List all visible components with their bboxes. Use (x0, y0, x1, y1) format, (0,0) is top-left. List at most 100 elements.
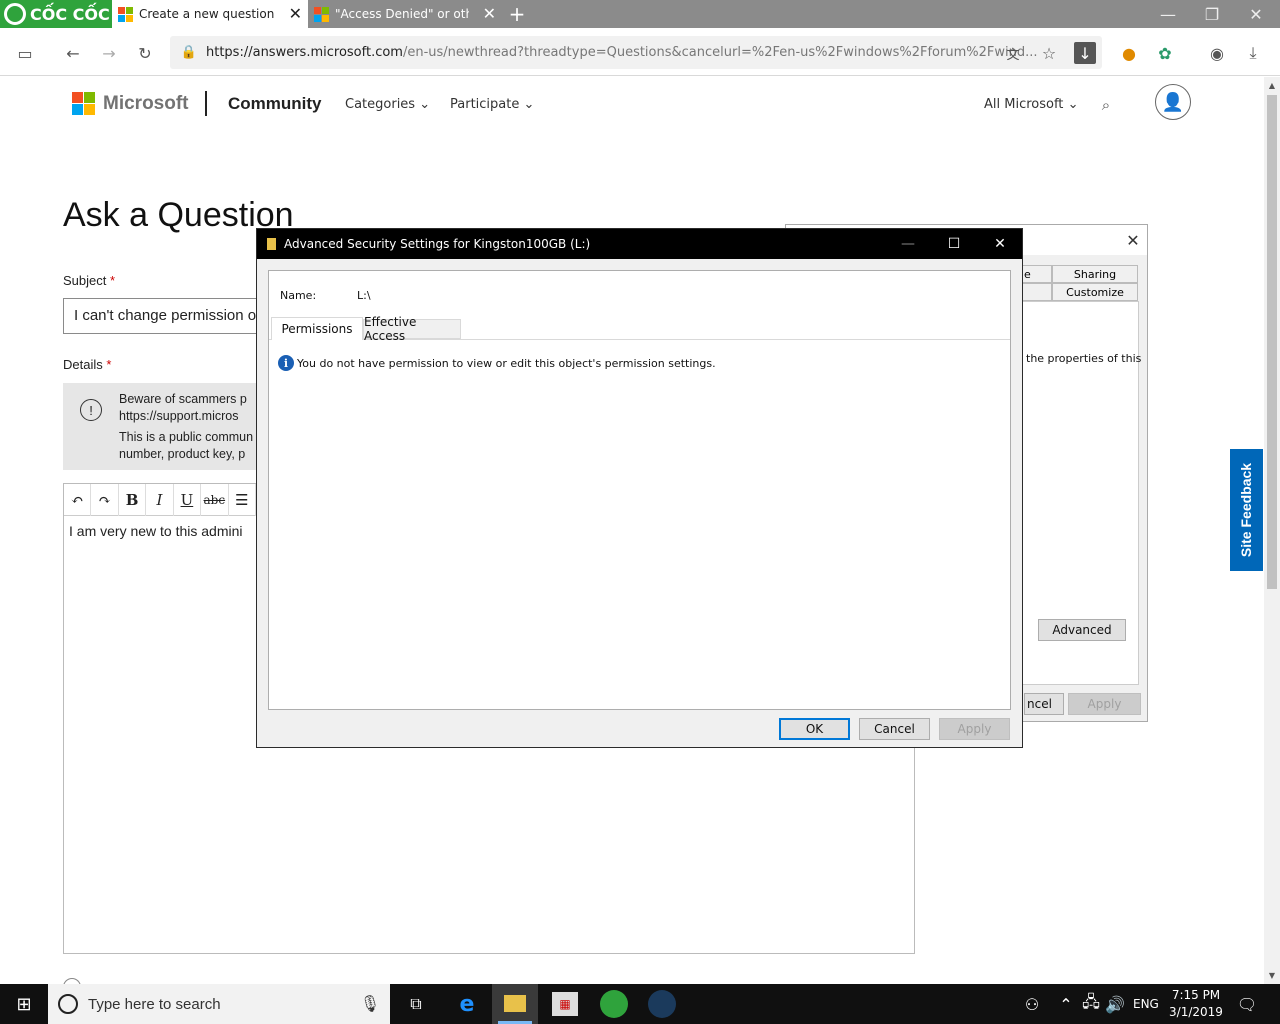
minimize-icon[interactable]: — (885, 229, 931, 259)
nav-categories[interactable]: Categories ⌄ (345, 97, 430, 112)
align-icon[interactable]: ☰ (229, 483, 256, 516)
tab-sharing[interactable]: Sharing (1052, 265, 1138, 283)
info-icon: i (278, 355, 294, 371)
notice-line: number, product key, p (119, 447, 246, 461)
download-video-icon[interactable]: ↓ (1074, 42, 1096, 64)
restore-window-icon[interactable]: ❐ (1202, 4, 1222, 24)
chevron-up-icon[interactable]: ⌃ (1058, 994, 1074, 1014)
editor-toolbar: ↶ ↷ B I U abc ☰ (64, 483, 256, 516)
url-input[interactable]: https://answers.microsoft.com/en-us/newt… (170, 36, 1102, 69)
cortana-icon (58, 994, 78, 1014)
microphone-icon[interactable]: 🎙 (360, 994, 380, 1014)
cancel-button[interactable]: ncel (1024, 693, 1064, 715)
volume-icon[interactable]: 🔊 (1105, 994, 1125, 1014)
required-mark: * (110, 273, 116, 288)
close-icon[interactable]: ✕ (1124, 231, 1142, 250)
site-feedback-button[interactable]: Site Feedback (1230, 449, 1263, 571)
coccoc-taskbar-icon[interactable] (600, 990, 628, 1018)
nav-participate[interactable]: Participate ⌄ (450, 97, 534, 112)
name-label: Name: (280, 289, 317, 302)
browser-tab-1[interactable]: "Access Denied" or other ✕ (308, 0, 502, 28)
apply-button[interactable]: Apply (1068, 693, 1141, 715)
close-window-icon[interactable]: ✕ (1246, 4, 1266, 24)
tab-partial[interactable]: e (1019, 265, 1052, 283)
tab-customize[interactable]: Customize (1052, 283, 1138, 301)
bold-icon[interactable]: B (119, 483, 147, 516)
tab-permissions[interactable]: Permissions (271, 317, 363, 340)
translate-icon[interactable]: 文 (1002, 42, 1024, 64)
tab-partial-blank[interactable] (1019, 283, 1052, 301)
apply-button[interactable]: Apply (939, 718, 1010, 740)
forward-arrow-icon[interactable]: → (98, 42, 120, 64)
header-divider (205, 91, 207, 116)
app-icon[interactable]: ▦ (552, 992, 578, 1016)
scroll-down-icon[interactable]: ▼ (1264, 969, 1280, 981)
scroll-up-icon[interactable]: ▲ (1264, 79, 1280, 91)
page-scrollbar[interactable]: ▲ ▼ (1264, 77, 1280, 984)
edge-icon[interactable]: e (452, 990, 482, 1018)
details-label-text: Details (63, 357, 103, 372)
profile-icon[interactable]: ◉ (1206, 42, 1228, 64)
taskbar-search-box[interactable]: Type here to search 🎙 (48, 984, 390, 1024)
chevron-down-icon: ⌄ (419, 97, 431, 112)
notifications-icon[interactable]: 🗨 (1236, 994, 1258, 1014)
new-tab-icon[interactable]: + (506, 2, 528, 26)
lock-icon: 🔒 (180, 44, 198, 60)
italic-icon[interactable]: I (146, 483, 174, 516)
network-icon[interactable]: 🖧 (1082, 992, 1100, 1014)
url-host: https://answers.microsoft.com (206, 45, 403, 60)
url-path: /en-us/newthread?threadtype=Questions&ca… (402, 45, 1038, 60)
people-icon[interactable]: ⚇ (1022, 994, 1042, 1014)
advanced-button[interactable]: Advanced (1038, 619, 1126, 641)
browser-tab-0[interactable]: Create a new question or ✕ (112, 0, 308, 28)
scrollbar-thumb[interactable] (1267, 95, 1277, 589)
clock[interactable]: 7:15 PM 3/1/2019 (1166, 988, 1226, 1019)
steam-icon[interactable] (648, 990, 676, 1018)
close-icon[interactable]: ✕ (977, 229, 1023, 259)
windows-start-icon[interactable]: ⊞ (14, 994, 34, 1015)
nav-all-microsoft[interactable]: All Microsoft ⌄ (984, 97, 1078, 112)
tab-close-icon[interactable]: ✕ (289, 6, 302, 22)
search-placeholder: Type here to search (88, 995, 221, 1013)
subject-label-text: Subject (63, 273, 107, 288)
redo-icon[interactable]: ↷ (91, 483, 119, 516)
maximize-icon[interactable]: ☐ (931, 229, 977, 259)
clock-time: 7:15 PM (1171, 988, 1221, 1002)
subject-input[interactable]: I can't change permission of (63, 298, 263, 334)
microsoft-logo-icon (72, 92, 95, 115)
microsoft-logo[interactable]: Microsoft (72, 92, 189, 115)
file-explorer-taskbar[interactable] (492, 984, 538, 1024)
tab-effective-access[interactable]: Effective Access (363, 315, 461, 343)
notice-line: Beware of scammers p (119, 392, 247, 406)
scam-notice: ! Beware of scammers p https://support.m… (63, 383, 263, 470)
search-icon[interactable]: ⌕ (1096, 95, 1116, 115)
extension-alert-icon[interactable]: ● (1118, 42, 1140, 64)
undo-icon[interactable]: ↶ (64, 483, 92, 516)
underline-icon[interactable]: U (174, 483, 202, 516)
notice-line: This is a public commun (119, 430, 254, 444)
folder-icon (504, 995, 526, 1012)
bookmark-star-icon[interactable]: ☆ (1038, 42, 1060, 64)
drive-icon (267, 238, 276, 250)
strikethrough-icon[interactable]: abc (201, 483, 229, 516)
ok-button[interactable]: OK (779, 718, 850, 740)
tab-title: Create a new question or (139, 7, 275, 21)
extension-icon[interactable]: ✿ (1154, 42, 1176, 64)
minimize-window-icon[interactable]: — (1158, 4, 1178, 24)
language-indicator[interactable]: ENG (1133, 997, 1159, 1011)
task-view-icon[interactable]: ⧉ (404, 992, 428, 1016)
microsoft-favicon-icon (118, 6, 133, 22)
community-title[interactable]: Community (228, 94, 322, 114)
sidebar-toggle-icon[interactable]: ▭ (14, 42, 36, 64)
cancel-button[interactable]: Cancel (859, 718, 930, 740)
nav-label: All Microsoft (984, 97, 1064, 112)
info-alert-icon: ! (80, 399, 102, 421)
dialog-content: Name: L:\ Permissions Effective Access i… (268, 270, 1011, 710)
back-arrow-icon[interactable]: ← (62, 42, 84, 64)
reload-icon[interactable]: ↻ (134, 42, 156, 64)
notice-link[interactable]: https://support.micros (119, 409, 239, 423)
downloads-icon[interactable]: ⤓ (1242, 42, 1264, 64)
tab-close-icon[interactable]: ✕ (483, 6, 496, 22)
coccoc-menu-button[interactable]: CỐC CỐC (0, 0, 112, 28)
avatar[interactable]: 👤 (1155, 84, 1191, 120)
